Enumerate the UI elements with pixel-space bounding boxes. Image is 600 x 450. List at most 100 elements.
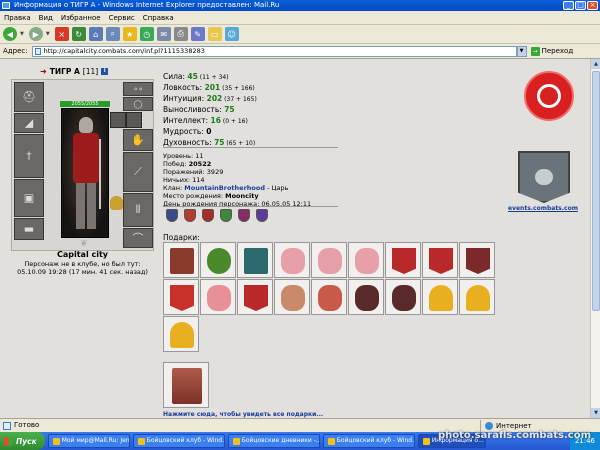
ring-slot-2[interactable]	[126, 112, 142, 128]
all-gifts-link[interactable]: Нажмите сюда, чтобы увидеть все подарки.…	[163, 411, 323, 418]
taskbar-item[interactable]: Бойцовские дневники -...	[227, 434, 320, 448]
shield-badge-icon[interactable]	[202, 209, 214, 222]
gift-item[interactable]	[311, 279, 347, 315]
search-icon[interactable]: ⌕	[105, 27, 120, 41]
dark-bear-gift-icon	[392, 285, 416, 311]
bracers-slot[interactable]: ◢	[14, 113, 44, 133]
back-icon[interactable]: ◀	[3, 27, 17, 41]
helmet-slot[interactable]: ⛑	[14, 82, 44, 112]
window-controls: _ □ ×	[563, 1, 598, 10]
gifts-label: Подарки:	[163, 233, 200, 242]
favorites-icon[interactable]: ★	[122, 27, 137, 41]
book-gift-icon	[170, 248, 194, 274]
stop-icon[interactable]: ×	[54, 27, 69, 41]
info-clan: Клан: MountainBrotherhood - Царь	[163, 184, 289, 192]
boots-slot[interactable]: ⌒	[123, 228, 153, 248]
viking-pig-gift-icon	[281, 248, 305, 274]
armor-slot[interactable]: ▣	[14, 179, 44, 217]
boots-icon: ⌒	[132, 232, 144, 245]
weapon-slot[interactable]: †	[14, 134, 44, 178]
shield-badge-icon[interactable]	[220, 209, 232, 222]
folder-icon[interactable]: ▭	[207, 27, 222, 41]
maximize-button[interactable]: □	[575, 1, 586, 10]
gift-item[interactable]	[237, 279, 273, 315]
character-portrait	[61, 108, 109, 238]
mail-icon[interactable]: ✉	[156, 27, 171, 41]
clan-link[interactable]: MountainBrotherhood	[184, 184, 265, 192]
gift-item[interactable]	[385, 242, 421, 278]
gift-item[interactable]	[163, 316, 199, 352]
gift-item[interactable]	[163, 279, 199, 315]
back-dropdown-icon[interactable]: ▼	[20, 31, 24, 37]
gift-item[interactable]	[274, 279, 310, 315]
menu-item-favorites[interactable]: Избранное	[61, 11, 101, 24]
events-link[interactable]: events.combats.com	[508, 205, 578, 212]
leggings-slot[interactable]: ⫴	[123, 193, 153, 227]
go-button[interactable]: → Переход	[530, 46, 573, 56]
gift-item[interactable]	[200, 279, 236, 315]
shield-badge-icon[interactable]	[166, 209, 178, 222]
close-button[interactable]: ×	[587, 1, 598, 10]
print-icon[interactable]: ⎙	[173, 27, 188, 41]
gift-item[interactable]	[311, 242, 347, 278]
history-icon[interactable]: ◷	[139, 27, 154, 41]
belt-slot[interactable]: ▬	[14, 218, 44, 240]
arrow-icon[interactable]: ➜	[40, 67, 47, 76]
taskbar-item[interactable]: Мой мир@Mail.Ru: Jene...	[47, 434, 130, 448]
refresh-icon[interactable]: ↻	[71, 27, 86, 41]
gift-item[interactable]	[200, 242, 236, 278]
lion-icon	[537, 84, 561, 108]
ring-slot-1[interactable]	[110, 112, 126, 128]
address-dropdown-icon[interactable]: ▼	[516, 45, 527, 57]
info-wins: Побед: 20522	[163, 160, 212, 168]
start-button[interactable]: Пуск	[0, 432, 45, 450]
shield-badge-icon[interactable]	[256, 209, 268, 222]
city-name: Capital city	[56, 250, 108, 259]
forward-dropdown-icon[interactable]: ▼	[46, 31, 50, 37]
amulet-slot[interactable]: ◯	[123, 97, 153, 111]
messenger-icon[interactable]: ☺	[224, 27, 239, 41]
clan-lion-logo-icon[interactable]	[524, 71, 574, 121]
shield-badge-icon[interactable]	[238, 209, 250, 222]
address-url: http://capitalcity.combats.com/inf.pl?11…	[43, 47, 205, 55]
gift-item[interactable]	[274, 242, 310, 278]
address-input[interactable]: http://capitalcity.combats.com/inf.pl?11…	[31, 45, 517, 57]
home-icon[interactable]: ⌂	[88, 27, 103, 41]
info-draws: Ничьих: 114	[163, 176, 205, 184]
scroll-thumb[interactable]	[592, 71, 600, 311]
scroll-up-icon[interactable]: ▲	[591, 59, 600, 69]
address-label: Адрес:	[3, 47, 28, 55]
forward-icon[interactable]: ▶	[28, 27, 43, 41]
gift-item[interactable]	[237, 242, 273, 278]
menu-bar: Правка Вид Избранное Сервис Справка	[0, 11, 600, 25]
scroll-down-icon[interactable]: ▼	[591, 408, 600, 418]
vertical-scrollbar[interactable]: ▲ ▼	[590, 59, 600, 418]
shield-slot[interactable]: ⟋	[123, 152, 153, 192]
menu-item-help[interactable]: Справка	[143, 11, 174, 24]
shield-badge-icon[interactable]	[184, 209, 196, 222]
gloves-slot[interactable]: ✋	[123, 129, 153, 151]
gift-item[interactable]	[459, 279, 495, 315]
minimize-button[interactable]: _	[563, 1, 574, 10]
gift-item[interactable]	[163, 242, 199, 278]
taskbar-item[interactable]: Бойцовский клуб - Wind...	[322, 434, 415, 448]
gift-item[interactable]	[348, 242, 384, 278]
info-icon[interactable]: i	[101, 68, 109, 75]
menu-item-edit[interactable]: Правка	[4, 11, 31, 24]
character-name: ТИГР А	[49, 67, 80, 76]
info-losses: Поражений: 3929	[163, 168, 224, 176]
edit-icon[interactable]: ✎	[190, 27, 205, 41]
gift-book-button[interactable]	[163, 362, 209, 408]
gift-item[interactable]	[422, 279, 458, 315]
events-banner-icon[interactable]	[518, 151, 570, 203]
menu-item-view[interactable]: Вид	[39, 11, 53, 24]
earrings-slot[interactable]: ∘∘	[123, 82, 153, 96]
gift-item[interactable]	[459, 242, 495, 278]
pet-cat-icon[interactable]	[110, 196, 123, 210]
menu-item-tools[interactable]: Сервис	[109, 11, 135, 24]
teddy-bear-gift-icon	[281, 285, 305, 311]
taskbar-item[interactable]: Бойцовский клуб - Wind...	[132, 434, 225, 448]
gift-item[interactable]	[348, 279, 384, 315]
gift-item[interactable]	[385, 279, 421, 315]
gift-item[interactable]	[422, 242, 458, 278]
